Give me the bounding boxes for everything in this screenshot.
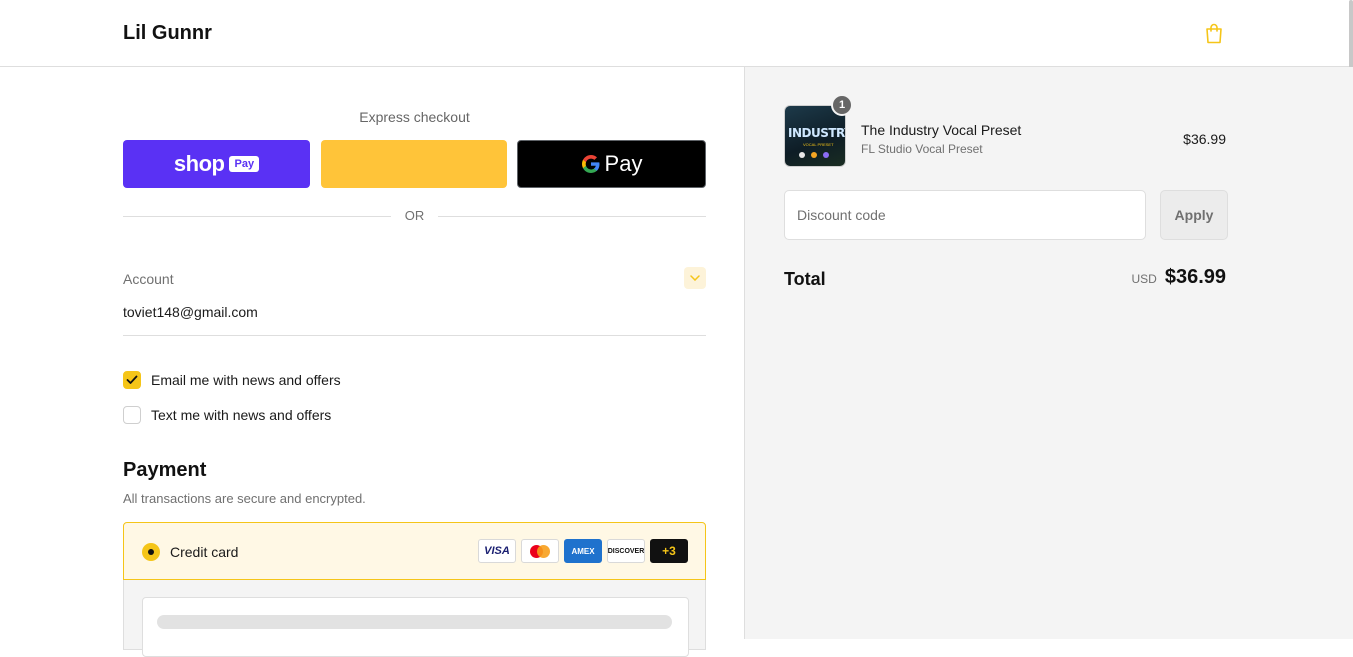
visa-icon: VISA xyxy=(478,539,516,563)
text-offers-label: Text me with news and offers xyxy=(151,407,332,423)
checkmark-icon xyxy=(126,375,138,384)
product-variant: FL Studio Vocal Preset xyxy=(861,142,983,156)
shopping-bag-icon[interactable] xyxy=(1205,23,1223,44)
thumbnail-logo xyxy=(799,152,805,158)
thumbnail-logo xyxy=(811,152,817,158)
credit-card-label: Credit card xyxy=(170,544,239,560)
product-price: $36.99 xyxy=(1183,131,1226,147)
order-summary-panel: INDUSTRY VOCAL PRESET 1 The Industry Voc… xyxy=(744,67,1353,639)
amex-icon: AMEX xyxy=(564,539,602,563)
quantity-badge: 1 xyxy=(831,94,853,116)
account-toggle[interactable] xyxy=(684,267,706,289)
payment-title: Payment xyxy=(123,459,207,481)
account-email: toviet148@gmail.com xyxy=(123,304,258,320)
store-brand[interactable]: Lil Gunnr xyxy=(123,22,212,45)
text-offers-option[interactable]: Text me with news and offers xyxy=(123,406,331,424)
more-cards-badge: +3 xyxy=(650,539,688,563)
total-value: USD $36.99 xyxy=(1131,266,1226,289)
shop-pay-wordmark: shop xyxy=(173,151,225,176)
mastercard-circles-icon xyxy=(530,544,550,558)
mastercard-icon xyxy=(521,539,559,563)
divider-line xyxy=(438,216,706,217)
chevron-down-icon xyxy=(690,275,700,281)
shop-pay-button[interactable]: shop Pay xyxy=(123,140,310,188)
google-pay-label: Pay xyxy=(604,151,643,176)
discover-icon: DISCOVER xyxy=(607,539,645,563)
text-offers-checkbox[interactable] xyxy=(123,406,141,424)
product-thumbnail-subtitle: VOCAL PRESET xyxy=(803,142,834,147)
product-thumbnail-logos xyxy=(799,152,829,158)
account-label: Account xyxy=(123,271,174,287)
total-currency: USD xyxy=(1131,272,1157,286)
checkout-header: Lil Gunnr xyxy=(0,0,1353,67)
account-divider xyxy=(123,335,706,336)
payment-subtitle: All transactions are secure and encrypte… xyxy=(123,491,366,506)
total-label: Total xyxy=(784,269,826,289)
credit-card-option[interactable]: Credit card VISA AMEX DISCOVER +3 xyxy=(123,522,706,580)
email-offers-checkbox[interactable] xyxy=(123,371,141,389)
paypal-button[interactable] xyxy=(321,140,507,188)
or-divider: OR xyxy=(123,208,706,224)
email-offers-option[interactable]: Email me with news and offers xyxy=(123,371,341,389)
radio-selected-dot xyxy=(148,549,154,555)
email-offers-label: Email me with news and offers xyxy=(151,372,341,388)
express-checkout-title: Express checkout xyxy=(359,109,470,125)
discount-code-input[interactable] xyxy=(784,190,1146,240)
loading-skeleton xyxy=(157,615,672,629)
credit-card-fields xyxy=(123,580,706,657)
apply-discount-button[interactable]: Apply xyxy=(1160,190,1228,240)
total-amount: $36.99 xyxy=(1164,266,1226,288)
product-name: The Industry Vocal Preset xyxy=(861,122,1022,138)
shop-pay-badge: Pay xyxy=(229,156,260,172)
card-number-field[interactable] xyxy=(142,597,689,657)
credit-card-radio[interactable] xyxy=(142,543,160,561)
google-g-icon xyxy=(581,155,600,173)
thumbnail-logo xyxy=(823,152,829,158)
google-pay-button[interactable]: Pay xyxy=(517,140,706,188)
product-thumbnail-title: INDUSTRY xyxy=(788,126,846,140)
